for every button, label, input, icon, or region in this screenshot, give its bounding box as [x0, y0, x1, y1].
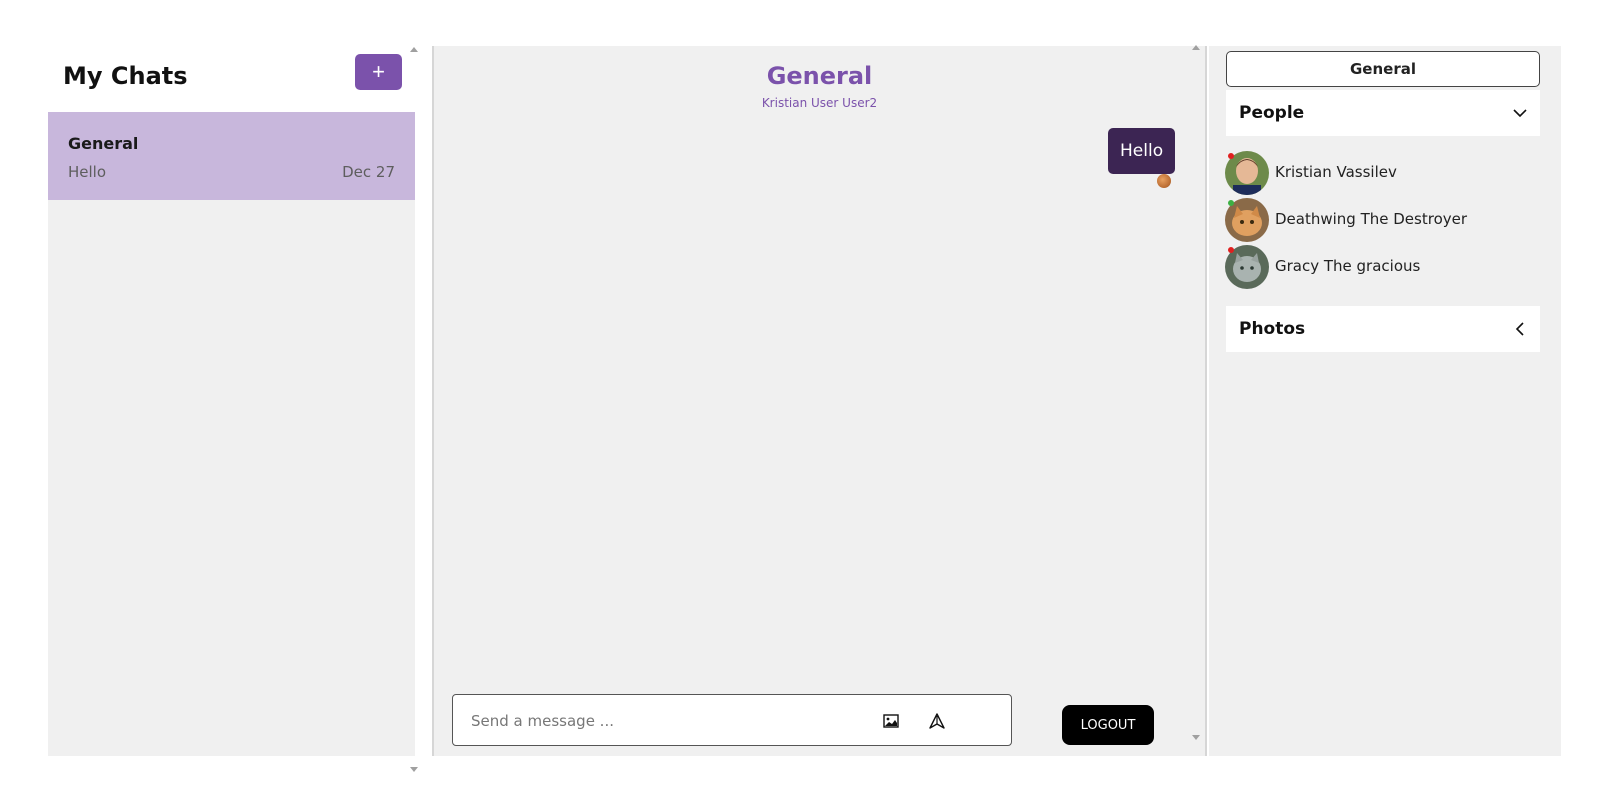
person-name: Gracy The gracious: [1275, 257, 1421, 275]
chevron-left-icon: [1512, 321, 1528, 337]
photos-accordion[interactable]: Photos: [1226, 306, 1540, 352]
message-bubble: Hello: [1108, 128, 1176, 174]
send-icon[interactable]: [925, 709, 949, 733]
status-indicator: [1228, 200, 1234, 206]
chat-members: Kristian User User2: [761, 96, 878, 110]
chevron-down-icon: [1512, 105, 1528, 121]
status-indicator: [1228, 153, 1234, 159]
status-indicator: [1228, 247, 1234, 253]
image-icon[interactable]: [879, 709, 903, 733]
person-name: Deathwing The Destroyer: [1275, 210, 1468, 228]
scroll-up-arrow-icon[interactable]: [410, 47, 418, 52]
person-name: Kristian Vassilev: [1275, 163, 1397, 181]
photos-label: Photos: [1239, 319, 1306, 339]
logout-button[interactable]: LOGOUT: [1062, 705, 1154, 745]
person-item[interactable]: Deathwing The Destroyer: [1225, 198, 1545, 242]
people-label: People: [1239, 103, 1305, 123]
chat-scroll-up-arrow-icon[interactable]: [1192, 45, 1200, 50]
chat-title: General: [766, 62, 873, 90]
scroll-down-arrow-icon[interactable]: [410, 767, 418, 772]
message-input[interactable]: [471, 709, 861, 733]
avatar-icon: [1157, 174, 1171, 188]
chat-list-title: My Chats: [63, 62, 188, 90]
chat-list-item[interactable]: General Hello Dec 27: [48, 112, 415, 200]
new-chat-button[interactable]: +: [355, 54, 402, 90]
chat-list-header: My Chats +: [48, 46, 415, 112]
chat-scroll-down-arrow-icon[interactable]: [1192, 735, 1200, 740]
chat-list-panel: My Chats + General Hello Dec 27: [48, 46, 415, 756]
chat-panel: General Kristian User User2 Hello LOGOUT: [432, 46, 1207, 756]
person-item[interactable]: Gracy The gracious: [1225, 245, 1545, 289]
chat-item-name: General: [68, 134, 139, 153]
people-accordion[interactable]: People: [1226, 90, 1540, 136]
chat-item-last-message: Hello: [68, 163, 107, 181]
chat-name-button[interactable]: General: [1226, 51, 1540, 87]
chat-details-panel: General People Kristian Vassilev Deathwi…: [1209, 46, 1561, 756]
person-item[interactable]: Kristian Vassilev: [1225, 151, 1545, 195]
chat-item-date: Dec 27: [342, 163, 395, 181]
message-input-box: [452, 694, 1012, 746]
